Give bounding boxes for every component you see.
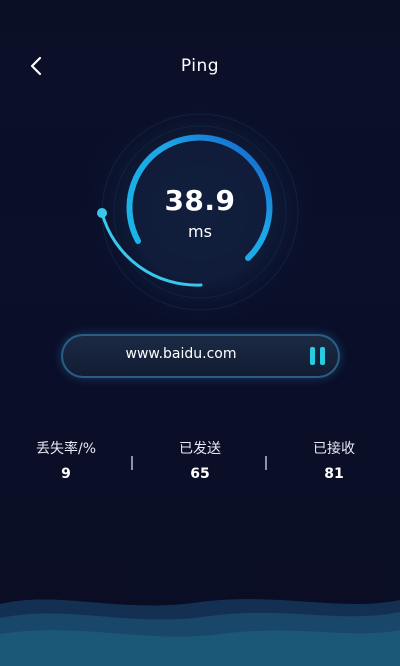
pause-icon (310, 347, 315, 365)
stat-sent: 已发送 65 (140, 438, 260, 482)
stat-received: 已接收 81 (274, 438, 394, 482)
ping-unit: ms (188, 222, 212, 241)
target-url-bar[interactable]: www.baidu.com (61, 334, 340, 378)
gauge-ring (80, 100, 320, 332)
stat-value: 81 (324, 466, 344, 482)
stat-label: 丢失率/% (35, 441, 97, 457)
target-url: www.baidu.com (125, 346, 237, 362)
divider (265, 456, 267, 470)
stat-value: 65 (190, 466, 210, 482)
divider (131, 456, 133, 470)
pause-icon-bar (320, 347, 325, 365)
pause-button[interactable] (308, 347, 328, 365)
stats-row: 丢失率/% 9 已发送 65 已接收 81 (0, 438, 400, 498)
ping-value: 38.9 (164, 184, 236, 217)
stat-label: 已接收 (313, 441, 355, 457)
header: Ping (0, 40, 400, 88)
stat-loss-rate: 丢失率/% 9 (6, 438, 126, 482)
bottom-wave (0, 590, 400, 666)
stat-label: 已发送 (179, 441, 221, 457)
ping-gauge: 38.9 ms (80, 100, 320, 340)
stat-value: 9 (61, 466, 71, 482)
page-title: Ping (180, 56, 220, 76)
